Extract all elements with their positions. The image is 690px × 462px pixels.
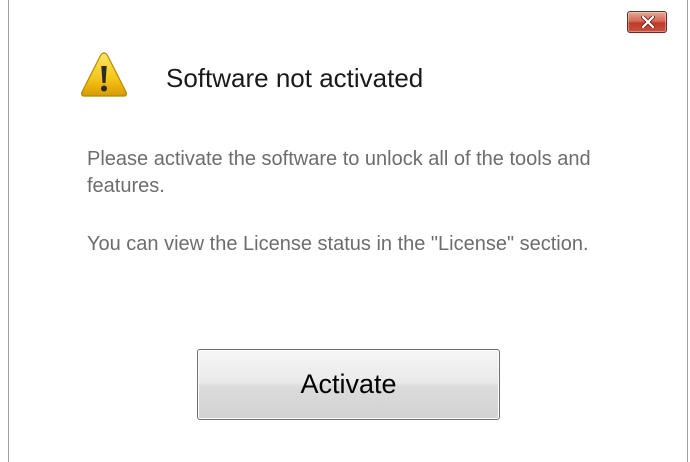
dialog-title: Software not activated [166, 63, 424, 93]
close-button[interactable] [627, 11, 667, 33]
close-icon [641, 16, 655, 28]
activation-message: Please activate the software to unlock a… [87, 148, 591, 197]
activate-button[interactable]: Activate [197, 349, 500, 420]
activation-dialog: Software not activated Please activate t… [8, 0, 688, 462]
warning-icon [80, 52, 128, 97]
license-status-message: You can view the License status in the "… [87, 233, 589, 255]
